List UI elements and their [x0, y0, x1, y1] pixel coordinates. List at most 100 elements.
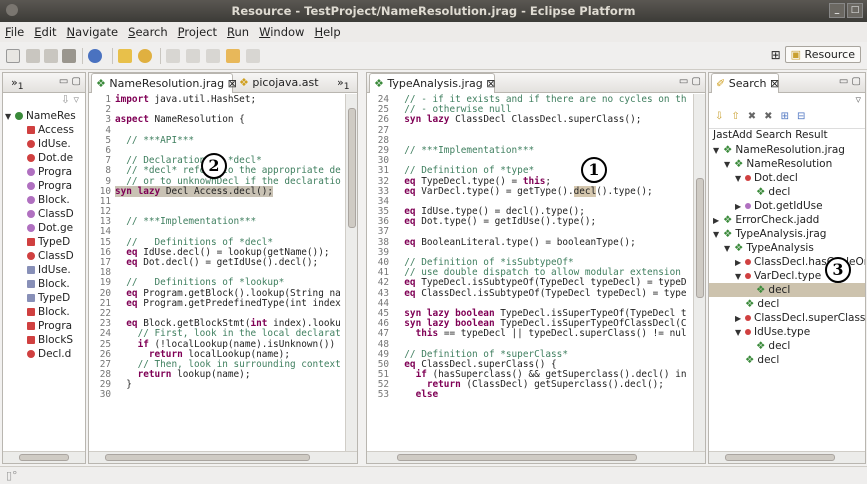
horizontal-scrollbar[interactable]	[709, 451, 865, 463]
search-tree-item[interactable]: ▼ IdUse.type	[709, 325, 865, 339]
menu-item-run[interactable]: Run	[227, 25, 249, 39]
search-tree-item[interactable]: ▶ ClassDecl.superClass	[709, 311, 865, 325]
prev-annotation-icon[interactable]	[186, 49, 200, 63]
save-all-icon[interactable]	[44, 49, 58, 63]
expand-toggle-icon[interactable]: ▶	[735, 256, 745, 270]
tree-item[interactable]: Block.	[5, 305, 85, 319]
tree-item[interactable]: ▼ NameRes	[5, 109, 85, 123]
scroll-thumb[interactable]	[696, 178, 704, 298]
tree-item[interactable]: IdUse.	[5, 263, 85, 277]
tree-item[interactable]: Dot.ge	[5, 221, 85, 235]
expand-toggle-icon[interactable]: ▼	[713, 228, 723, 242]
vertical-scrollbar[interactable]	[345, 94, 357, 451]
menu-item-edit[interactable]: Edit	[34, 25, 56, 39]
forward-icon[interactable]	[246, 49, 260, 63]
tab-search[interactable]: ✐ Search ⊠	[711, 73, 779, 93]
menu-item-window[interactable]: Window	[259, 25, 304, 39]
expand-toggle-icon[interactable]: ▶	[735, 200, 745, 214]
search-tree-item[interactable]: ❖ decl	[709, 353, 865, 367]
tree-item[interactable]: TypeD	[5, 291, 85, 305]
tree-item[interactable]: Progra	[5, 165, 85, 179]
menu-item-file[interactable]: File	[5, 25, 24, 39]
menu-item-help[interactable]: Help	[314, 25, 340, 39]
search-tree-item[interactable]: ❖ decl	[709, 185, 865, 199]
tree-item[interactable]: Access	[5, 123, 85, 137]
tab-picojava[interactable]: ❖ picojava.ast	[235, 73, 319, 93]
tree-item[interactable]: Block.	[5, 277, 85, 291]
expand-toggle-icon[interactable]: ▼	[5, 110, 15, 124]
min-max-icon[interactable]: ▭ ▢	[679, 76, 701, 87]
next-annotation-icon[interactable]	[166, 49, 180, 63]
minimize-icon[interactable]: _	[829, 3, 845, 18]
tree-item[interactable]: Decl.d	[5, 347, 85, 361]
collapse-all-icon[interactable]: ⊟	[797, 111, 805, 128]
search-tree-item[interactable]: ▼ ❖ NameResolution	[709, 157, 865, 171]
open-folder-icon[interactable]	[118, 49, 132, 63]
scroll-thumb[interactable]	[105, 454, 310, 461]
maximize-icon[interactable]: □	[847, 3, 863, 18]
remove-all-icon[interactable]: ✖	[764, 111, 772, 128]
menu-item-project[interactable]: Project	[178, 25, 217, 39]
tree-item[interactable]: IdUse.	[5, 137, 85, 151]
menu-item-search[interactable]: Search	[128, 25, 168, 39]
search-tree-item[interactable]: ▼ ❖ NameResolution.jrag	[709, 143, 865, 157]
min-max-icon[interactable]: ▭ ▢	[839, 76, 861, 87]
view-menu-icon[interactable]: ▿	[709, 93, 865, 111]
search-tree-item[interactable]: ❖ decl	[709, 297, 865, 311]
menu-item-navigate[interactable]: Navigate	[67, 25, 119, 39]
vertical-scrollbar[interactable]	[693, 94, 705, 451]
search-icon[interactable]	[88, 49, 102, 63]
expand-toggle-icon[interactable]: ▼	[735, 172, 745, 186]
tree-item[interactable]: ClassD	[5, 207, 85, 221]
scroll-thumb[interactable]	[348, 108, 356, 228]
tree-item[interactable]: BlockS	[5, 333, 85, 347]
search-tree-item[interactable]: ❖ decl	[709, 339, 865, 353]
tab-nameresolution[interactable]: ❖ NameResolution.jrag ⊠	[91, 73, 237, 93]
tab-overflow[interactable]: »1	[333, 73, 350, 93]
scroll-thumb[interactable]	[725, 454, 835, 461]
tree-item[interactable]: Progra	[5, 319, 85, 333]
last-edit-icon[interactable]	[206, 49, 220, 63]
horizontal-scrollbar[interactable]	[367, 451, 705, 463]
resource-perspective-button[interactable]: ▣ Resource	[784, 46, 861, 63]
pencil-icon[interactable]	[138, 49, 152, 63]
expand-toggle-icon[interactable]: ▶	[735, 312, 745, 326]
tab-overflow[interactable]: »1	[7, 73, 24, 93]
back-icon[interactable]	[226, 49, 240, 63]
tree-item[interactable]: Dot.de	[5, 151, 85, 165]
tree-item[interactable]: TypeD	[5, 235, 85, 249]
expand-toggle-icon[interactable]: ▼	[724, 158, 734, 172]
scroll-thumb[interactable]	[19, 454, 69, 461]
search-tree-item[interactable]: ▶ Dot.getIdUse	[709, 199, 865, 213]
search-tree-item[interactable]: ▼ ❖ TypeAnalysis.jrag	[709, 227, 865, 241]
search-tree-item[interactable]: ▼ Dot.decl	[709, 171, 865, 185]
new-icon[interactable]	[6, 49, 20, 63]
min-max-icon[interactable]: ▭ ▢	[59, 76, 81, 87]
next-match-icon[interactable]: ⇩	[715, 111, 723, 128]
expand-toggle-icon[interactable]: ▼	[735, 270, 745, 284]
scroll-thumb[interactable]	[397, 454, 637, 461]
close-icon[interactable]: ⊠	[770, 77, 779, 90]
horizontal-scrollbar[interactable]	[3, 451, 85, 463]
tree-item[interactable]: Block.	[5, 193, 85, 207]
prev-match-icon[interactable]: ⇧	[731, 111, 739, 128]
code-editor-text[interactable]: 24 // - if it exists and if there are no…	[367, 93, 705, 401]
fast-view-icon[interactable]: ▯°	[6, 469, 18, 482]
view-menu-icon[interactable]: ⇩ ▿	[3, 93, 85, 109]
horizontal-scrollbar[interactable]	[89, 451, 357, 463]
save-icon[interactable]	[26, 49, 40, 63]
window-menu-icon[interactable]	[6, 4, 18, 16]
open-perspective-icon[interactable]: ⊞	[771, 48, 781, 62]
expand-toggle-icon[interactable]: ▼	[724, 242, 734, 256]
expand-toggle-icon[interactable]: ▶	[713, 214, 723, 228]
search-tree-item[interactable]: ▶ ❖ ErrorCheck.jadd	[709, 213, 865, 227]
remove-match-icon[interactable]: ✖	[748, 111, 756, 128]
print-icon[interactable]	[62, 49, 76, 63]
expand-toggle-icon[interactable]: ▼	[713, 144, 723, 158]
tree-item[interactable]: Progra	[5, 179, 85, 193]
expand-toggle-icon[interactable]: ▼	[735, 326, 745, 340]
close-icon[interactable]: ⊠	[486, 77, 495, 90]
code-editor-text[interactable]: 1 import java.util.HashSet; 2 3 aspect NameR…	[89, 93, 357, 401]
search-tree-item[interactable]: ❖ decl	[709, 283, 865, 297]
tree-item[interactable]: ClassD	[5, 249, 85, 263]
